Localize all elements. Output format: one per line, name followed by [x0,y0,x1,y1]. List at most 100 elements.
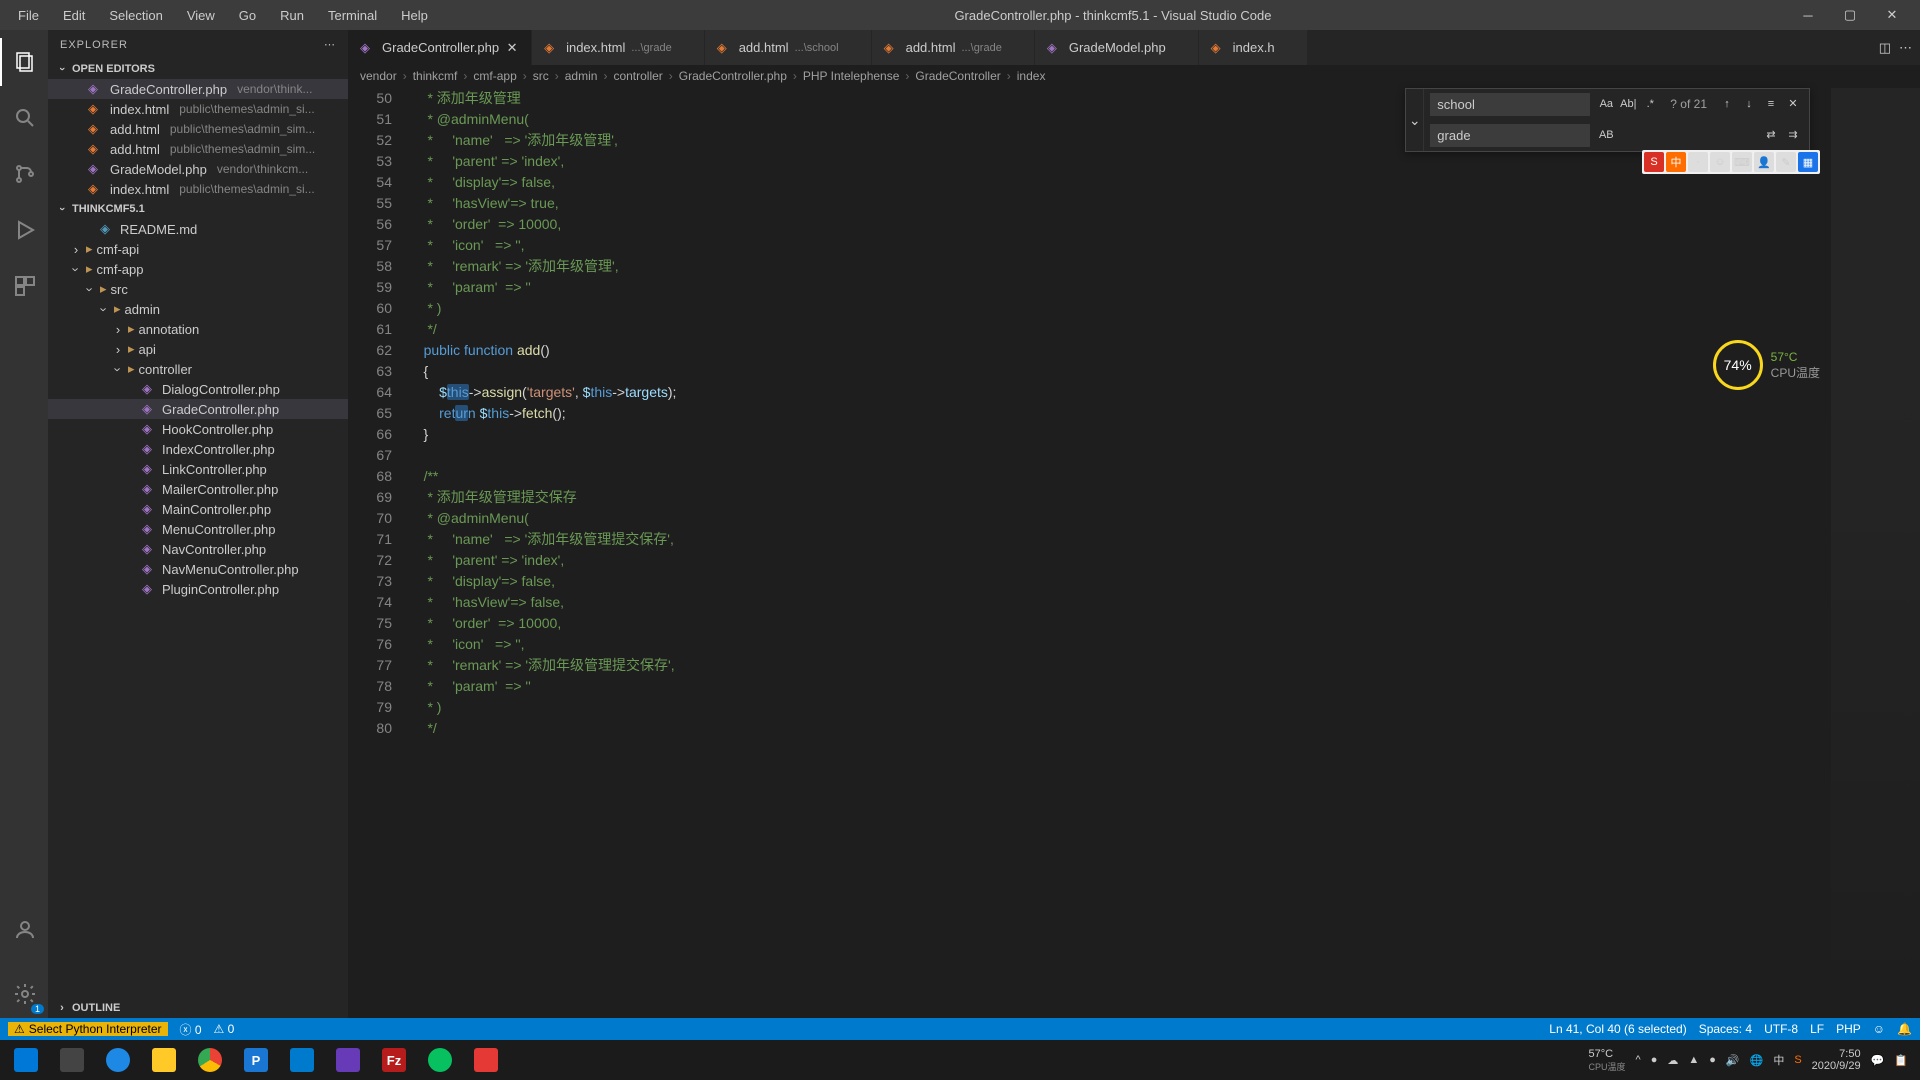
next-match-icon[interactable]: ↓ [1739,95,1759,115]
minimize-button[interactable]: ─ [1788,0,1828,30]
minimap[interactable] [1830,88,1920,1018]
open-editor-item[interactable]: ✕◈GradeController.phpvendor\think... [48,79,348,99]
indent-status[interactable]: Spaces: 4 [1699,1022,1752,1036]
folder-item[interactable]: ›▸annotation [48,319,348,339]
tray-volume-icon[interactable]: 🔊 [1726,1054,1740,1067]
regex-icon[interactable]: .* [1640,95,1660,115]
taskbar-app-red[interactable] [464,1042,508,1078]
run-debug-icon[interactable] [0,206,48,254]
taskbar-filezilla-icon[interactable]: Fz [372,1042,416,1078]
file-item[interactable]: ◈PluginController.php [48,579,348,599]
open-editor-item[interactable]: ✕◈index.htmlpublic\themes\admin_si... [48,179,348,199]
menu-view[interactable]: View [177,4,225,27]
file-item[interactable]: ◈LinkController.php [48,459,348,479]
breadcrumb-item[interactable]: thinkcmf [413,69,458,83]
file-item[interactable]: ◈DialogController.php [48,379,348,399]
tray-icon-1[interactable]: ● [1651,1054,1658,1066]
breadcrumb-item[interactable]: PHP Intelephense [803,69,900,83]
taskbar-app-p[interactable]: P [234,1042,278,1078]
eol-status[interactable]: LF [1810,1022,1824,1036]
source-control-icon[interactable] [0,150,48,198]
editor-tab[interactable]: ◈GradeController.php✕ [348,30,532,65]
cursor-position[interactable]: Ln 41, Col 40 (6 selected) [1549,1022,1686,1036]
split-editor-icon[interactable]: ◫ [1879,40,1891,56]
code-editor[interactable]: 5051525354555657585960616263646566676869… [348,88,1920,1018]
menu-help[interactable]: Help [391,4,438,27]
tray-icon-2[interactable]: ☁ [1667,1054,1678,1067]
close-button[interactable]: ✕ [1872,0,1912,30]
start-button[interactable] [4,1042,48,1078]
menu-file[interactable]: File [8,4,49,27]
tray-ime-icon[interactable]: 中 [1773,1052,1784,1068]
editor-tab[interactable]: ◈add.html...\school [705,30,872,65]
ime-keyboard-icon[interactable]: ⌨ [1732,152,1752,172]
feedback-icon[interactable]: ☺ [1873,1022,1885,1036]
ime-skin-icon[interactable]: ▦ [1798,152,1818,172]
find-in-selection-icon[interactable]: ≡ [1761,95,1781,115]
folder-item[interactable]: ›▸src [48,279,348,299]
tray-notes-icon[interactable]: 📋 [1894,1054,1908,1067]
errors-count[interactable]: ⓧ 0 [180,1021,202,1038]
file-item[interactable]: ◈HookController.php [48,419,348,439]
taskbar-wechat-icon[interactable] [418,1042,462,1078]
breadcrumb-item[interactable]: index [1017,69,1046,83]
replace-one-icon[interactable]: ⇄ [1761,126,1781,146]
language-status[interactable]: PHP [1836,1022,1861,1036]
settings-icon[interactable] [0,970,48,1018]
file-item[interactable]: ◈NavMenuController.php [48,559,348,579]
open-editor-item[interactable]: ✕◈GradeModel.phpvendor\thinkcm... [48,159,348,179]
breadcrumb-item[interactable]: vendor [360,69,397,83]
file-item[interactable]: ◈MainController.php [48,499,348,519]
taskbar-app-purple[interactable] [326,1042,370,1078]
explorer-icon[interactable] [0,38,48,86]
match-word-icon[interactable]: Ab| [1618,95,1638,115]
outline-section[interactable]: › OUTLINE [48,998,348,1018]
open-editors-section[interactable]: › OPEN EDITORS [48,59,348,79]
tray-action-center-icon[interactable]: 💬 [1871,1054,1885,1067]
menu-go[interactable]: Go [229,4,266,27]
editor-tab[interactable]: ◈index.html...\grade [532,30,705,65]
workspace-section[interactable]: › THINKCMF5.1 [48,199,348,219]
tray-sogou-icon[interactable]: S [1794,1054,1801,1066]
accounts-icon[interactable] [0,906,48,954]
sidebar-more-icon[interactable]: ⋯ [324,38,336,51]
editor-tab[interactable]: ◈GradeModel.php [1035,30,1199,65]
editor-tab[interactable]: ◈add.html...\grade [872,30,1035,65]
taskbar-vscode-icon[interactable] [280,1042,324,1078]
python-interpreter-warn[interactable]: ⚠ Select Python Interpreter [8,1022,168,1036]
file-item[interactable]: ◈GradeController.php [48,399,348,419]
folder-item[interactable]: ›▸cmf-app [48,259,348,279]
code-content[interactable]: * 添加年级管理 * @adminMenu( * 'name' => '添加年级… [408,88,1830,1018]
close-find-icon[interactable]: ✕ [1783,95,1803,115]
tray-icon-4[interactable]: ● [1709,1054,1716,1066]
menu-terminal[interactable]: Terminal [318,4,387,27]
folder-item[interactable]: ›▸api [48,339,348,359]
folder-item[interactable]: ›▸admin [48,299,348,319]
breadcrumb-item[interactable]: cmf-app [473,69,516,83]
taskbar-explorer-icon[interactable] [142,1042,186,1078]
notifications-icon[interactable]: 🔔 [1897,1022,1912,1036]
tray-clock[interactable]: 7:50 2020/9/29 [1812,1048,1861,1072]
ime-punct-icon[interactable]: · [1688,152,1708,172]
replace-input[interactable] [1430,124,1590,147]
open-editor-item[interactable]: ✕◈add.htmlpublic\themes\admin_sim... [48,139,348,159]
tray-network-icon[interactable]: 🌐 [1750,1054,1764,1067]
ime-toolbar[interactable]: S 中 · ☺ ⌨ 👤 ✎ ▦ [1642,150,1820,174]
ime-cn-icon[interactable]: 中 [1666,152,1686,172]
breadcrumbs[interactable]: vendor›thinkcmf›cmf-app›src›admin›contro… [348,65,1920,88]
taskbar-ie-icon[interactable] [96,1042,140,1078]
taskbar-app-1[interactable] [50,1042,94,1078]
toggle-replace-icon[interactable]: ⌄ [1406,89,1424,151]
replace-all-icon[interactable]: ⇉ [1783,126,1803,146]
breadcrumb-item[interactable]: admin [565,69,598,83]
prev-match-icon[interactable]: ↑ [1717,95,1737,115]
menu-run[interactable]: Run [270,4,314,27]
find-input[interactable] [1430,93,1590,116]
editor-tab[interactable]: ◈index.h [1199,30,1308,65]
more-actions-icon[interactable]: ⋯ [1899,40,1912,56]
ime-user-icon[interactable]: 👤 [1754,152,1774,172]
search-icon[interactable] [0,94,48,142]
encoding-status[interactable]: UTF-8 [1764,1022,1798,1036]
file-item[interactable]: ◈MailerController.php [48,479,348,499]
file-item[interactable]: ◈README.md [48,219,348,239]
